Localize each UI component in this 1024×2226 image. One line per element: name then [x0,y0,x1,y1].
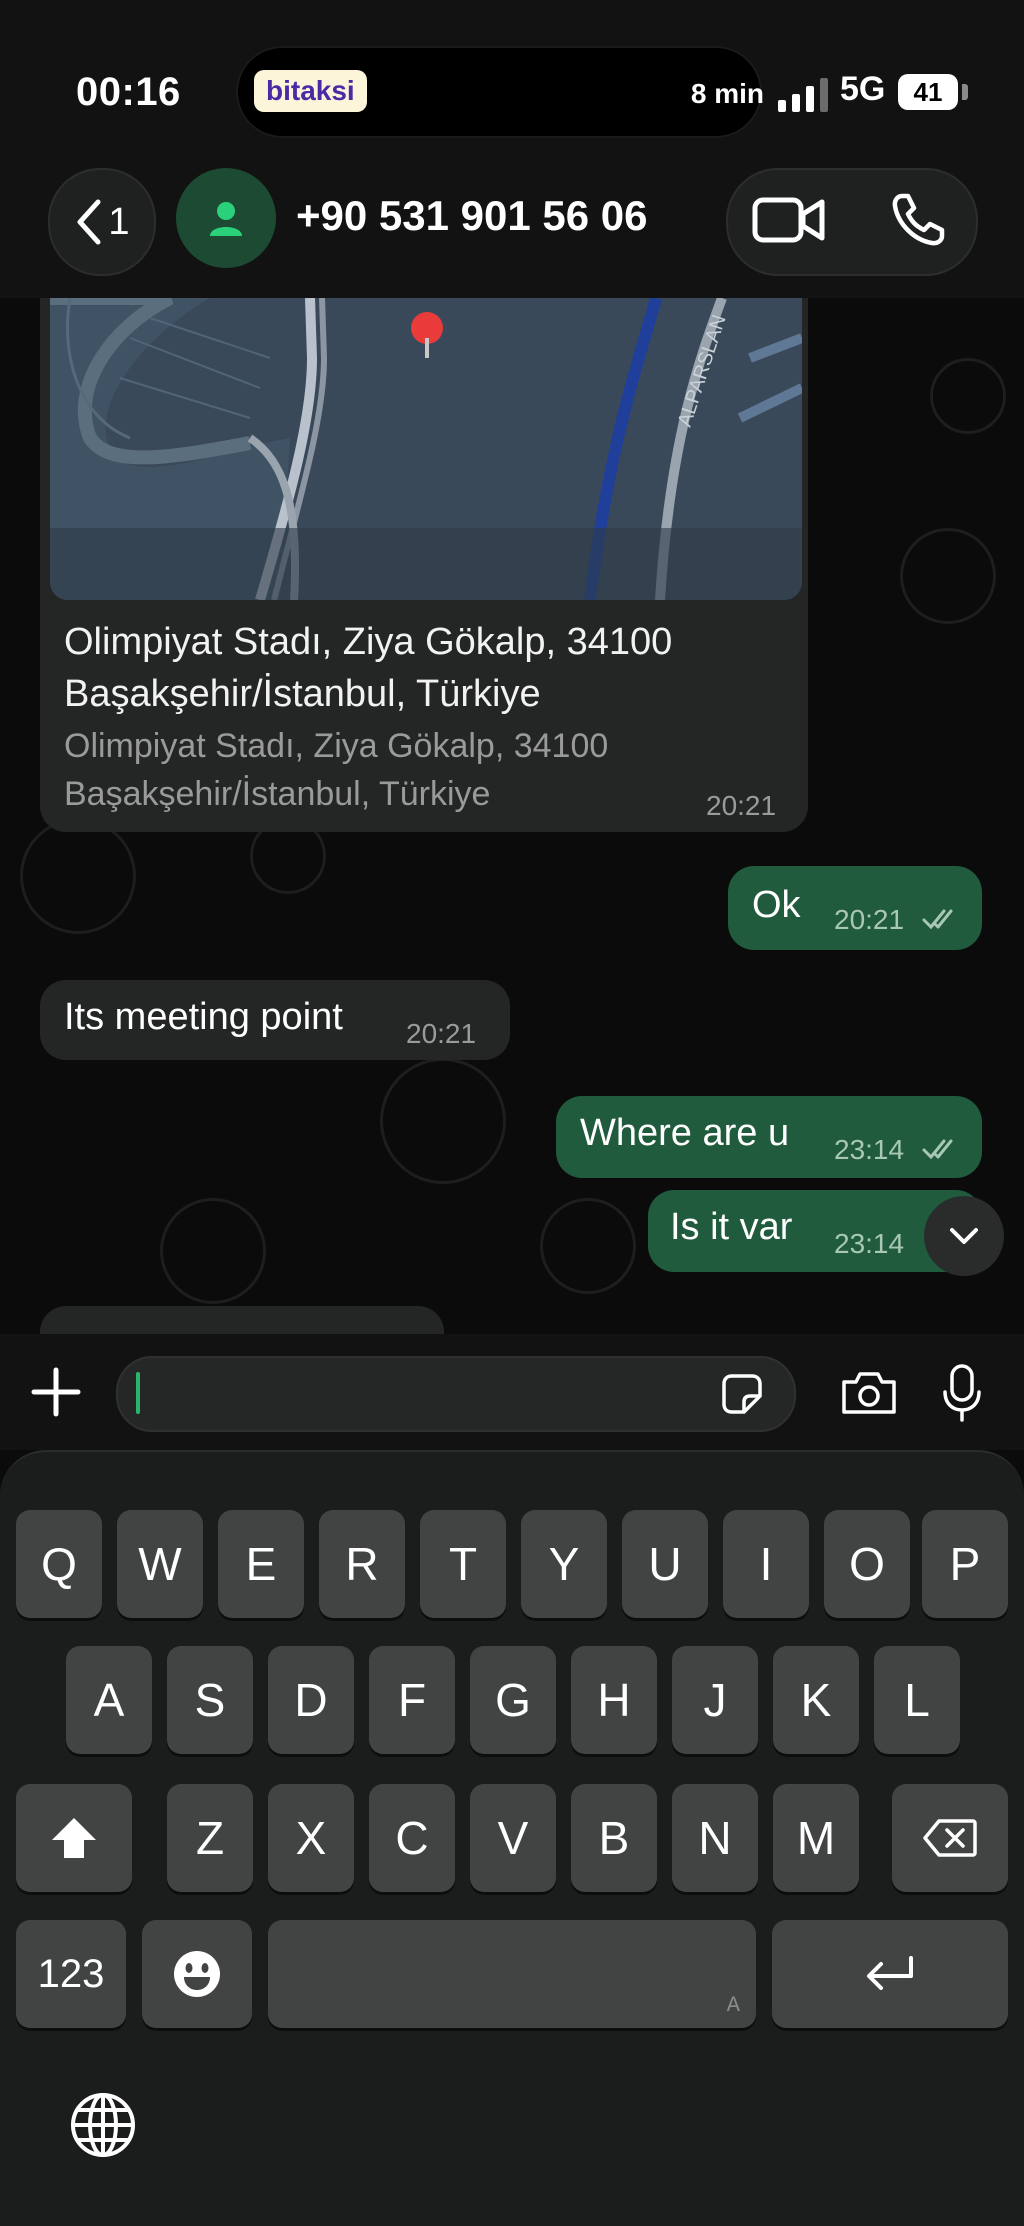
message-time: 20:21 [834,904,905,935]
person-icon [210,202,242,236]
network-type: 5G [840,70,886,108]
message-input[interactable] [116,1356,796,1432]
eta-label: 8 min [690,78,764,109]
key-h[interactable]: H [571,1646,657,1754]
key-v[interactable]: V [470,1784,556,1892]
camera-icon[interactable] [840,1370,898,1416]
sticker-icon[interactable] [720,1372,764,1416]
key-o[interactable]: O [824,1510,910,1618]
avatar[interactable] [176,168,276,268]
message-time: 20:21 [406,1018,477,1049]
location-title: Olimpiyat Stadı, Ziya Gökalp, 34100 Başa… [64,621,673,715]
space-key[interactable]: A [268,1920,756,2028]
message-time: 23:14 [834,1228,905,1259]
key-k[interactable]: K [773,1646,859,1754]
shift-arrow-icon [52,1818,96,1858]
key-b[interactable]: B [571,1784,657,1892]
numbers-key[interactable]: 123 [16,1920,126,2028]
backspace-key[interactable] [892,1784,1008,1892]
status-time: 00:16 [76,70,181,114]
microphone-icon[interactable] [942,1364,982,1422]
video-call-button[interactable] [752,190,826,250]
attach-plus-icon[interactable] [28,1364,84,1420]
key-l[interactable]: L [874,1646,960,1754]
phone-icon [892,193,945,246]
message-time: 23:14 [834,1134,905,1165]
key-i[interactable]: I [723,1510,809,1618]
app-pill-logo: bitaksi [254,70,367,112]
key-q[interactable]: Q [16,1510,102,1618]
message-time: 20:21 [706,790,777,821]
key-c[interactable]: C [369,1784,455,1892]
shift-key[interactable] [16,1784,132,1892]
message-text: Its meeting point [64,996,343,1038]
unread-count: 1 [108,200,130,243]
text-caret [136,1372,140,1414]
double-check-icon [922,909,953,930]
cellular-signal-icon [778,78,828,112]
key-p[interactable]: P [922,1510,1008,1618]
emoji-key[interactable] [142,1920,252,2028]
key-n[interactable]: N [672,1784,758,1892]
chevron-left-icon [77,199,101,245]
key-d[interactable]: D [268,1646,354,1754]
chevron-down-icon [950,1228,978,1244]
back-button[interactable]: 1 [48,168,156,276]
space-language-hint: A [726,1993,740,2018]
contact-name[interactable]: +90 531 901 56 06 [296,192,648,240]
return-key[interactable] [772,1920,1008,2028]
key-x[interactable]: X [268,1784,354,1892]
key-r[interactable]: R [319,1510,405,1618]
key-m[interactable]: M [773,1784,859,1892]
double-check-icon [922,1139,953,1160]
key-g[interactable]: G [470,1646,556,1754]
key-t[interactable]: T [420,1510,506,1618]
scroll-to-bottom-button[interactable] [924,1196,1004,1276]
key-s[interactable]: S [167,1646,253,1754]
key-f[interactable]: F [369,1646,455,1754]
key-u[interactable]: U [622,1510,708,1618]
message-text: Where are u [580,1112,790,1154]
map-preview[interactable]: ALPARSLAN [50,298,802,600]
backspace-icon [923,1819,977,1857]
emoji-smiley-icon [174,1951,220,1997]
message-text: Ok [752,884,801,926]
key-z[interactable]: Z [167,1784,253,1892]
key-y[interactable]: Y [521,1510,607,1618]
battery-cap [962,84,968,100]
message-text: Is it var [670,1206,793,1248]
key-w[interactable]: W [117,1510,203,1618]
battery-icon: 41 [898,74,958,110]
location-subtitle: Olimpiyat Stadı, Ziya Gökalp, 34100 Başa… [64,727,609,813]
key-j[interactable]: J [672,1646,758,1754]
voice-call-button[interactable] [888,190,948,250]
video-camera-icon [752,197,825,243]
globe-icon[interactable] [70,2092,136,2158]
key-e[interactable]: E [218,1510,304,1618]
return-icon [867,1956,913,1990]
key-a[interactable]: A [66,1646,152,1754]
map-image: ALPARSLAN [50,298,802,600]
